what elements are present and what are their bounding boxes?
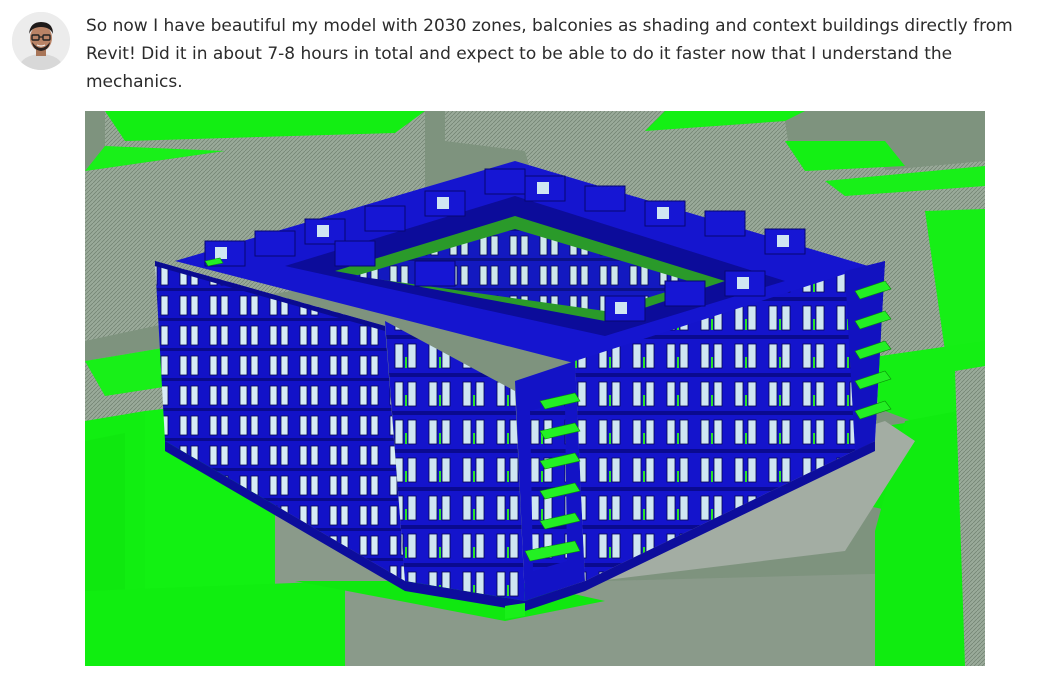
author-avatar[interactable] xyxy=(12,12,70,70)
model-render-image[interactable] xyxy=(85,111,985,666)
post-message: So now I have beautiful my model with 20… xyxy=(86,16,1013,92)
post: So now I have beautiful my model with 20… xyxy=(0,0,1038,694)
building-model-illustration xyxy=(85,111,985,666)
person-avatar-icon xyxy=(12,12,70,70)
